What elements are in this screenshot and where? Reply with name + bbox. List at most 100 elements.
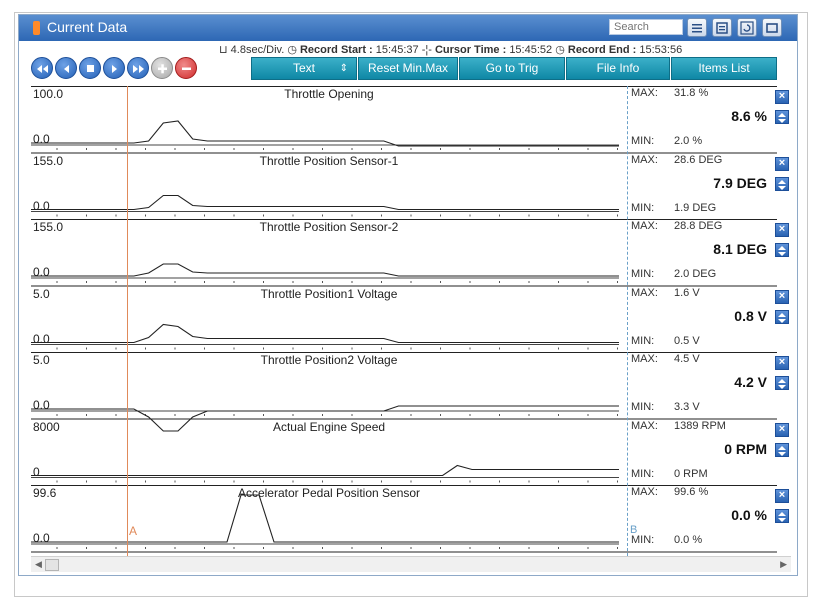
min-value: 2.0 % (674, 135, 703, 147)
items-list-button[interactable]: Items List (671, 57, 777, 80)
min-label: MIN: (631, 135, 655, 147)
max-label: MAX: (631, 87, 658, 99)
signal-name: Throttle Opening (284, 87, 374, 101)
record-info: ⊔ 4.8sec/Div. ◷ Record Start : 15:45:37 … (219, 43, 682, 56)
add-button[interactable] (151, 57, 173, 79)
close-icon[interactable]: × (775, 156, 789, 171)
close-icon[interactable]: × (775, 289, 789, 304)
max-label: MAX: (631, 486, 658, 498)
max-value: 28.6 DEG (674, 153, 723, 166)
close-icon[interactable]: × (775, 223, 789, 237)
details-icon[interactable] (712, 18, 732, 37)
previous-button[interactable] (55, 57, 77, 79)
signal-name: Actual Engine Speed (272, 419, 386, 434)
record-start-label: Record Start : (299, 44, 373, 56)
play-button[interactable] (103, 57, 125, 79)
max-value: 1389 RPM (674, 419, 726, 432)
scale-bottom-value: 0 (33, 464, 40, 479)
close-icon[interactable]: × (775, 489, 789, 503)
cursor-icon: -¦- (421, 44, 432, 56)
record-end-label: Record End : (567, 44, 637, 56)
min-label: MIN: (631, 268, 655, 280)
scroll-right-icon[interactable]: ▶ (780, 559, 787, 570)
signal-trace (31, 194, 619, 211)
reset-min-max-button[interactable]: Reset Min.Max (358, 57, 458, 80)
scroll-left-icon[interactable]: ◀ (35, 559, 42, 570)
go-to-trig-button[interactable]: Go to Trig (459, 57, 565, 80)
retry-icon[interactable] (737, 18, 757, 37)
file-info-button[interactable]: File Info (566, 57, 670, 80)
current-value: 0.0 % (731, 507, 767, 523)
scale-bottom-value: 0.0 (33, 531, 50, 545)
current-value: 7.9 DEG (713, 174, 767, 191)
move-updown-icon[interactable] (775, 309, 789, 324)
updown-icon: ⇕ (339, 63, 348, 74)
max-value: 28.8 DEG (674, 220, 723, 232)
window-icon[interactable] (762, 18, 782, 37)
signal-name: Accelerator Pedal Position Sensor (237, 486, 421, 500)
record-start-value: 15:45:37 (375, 44, 419, 56)
signal-trace (31, 464, 619, 477)
list-icon[interactable] (687, 18, 707, 37)
max-value: 31.8 % (674, 87, 709, 99)
min-label: MIN: (631, 467, 655, 480)
max-label: MAX: (631, 286, 658, 299)
current-value: 8.6 % (731, 108, 767, 124)
min-label: MIN: (631, 401, 655, 413)
close-icon[interactable]: × (775, 90, 789, 104)
cursor-a-label: A (129, 524, 138, 538)
rewind-button[interactable] (31, 57, 53, 79)
max-value: 99.6 % (674, 486, 709, 498)
current-value: 0.8 V (734, 307, 767, 324)
remove-button[interactable] (175, 57, 197, 79)
stop-button[interactable] (79, 57, 101, 79)
timescale-icon: ⊔ (219, 44, 228, 56)
window-title: Current Data (47, 19, 128, 35)
cursor-time-value: 15:45:52 (509, 44, 553, 56)
text-dropdown-label: Text (292, 61, 315, 75)
min-value: 1.9 DEG (674, 201, 717, 214)
max-label: MAX: (631, 419, 658, 432)
scale-bottom-value: 0.0 (33, 331, 50, 346)
current-value: 0 RPM (724, 440, 767, 457)
signal-name: Throttle Position Sensor-1 (259, 153, 399, 168)
horizontal-scrollbar[interactable]: ◀ ▶ (31, 556, 791, 572)
min-label: MIN: (631, 334, 655, 347)
signal-trace (31, 120, 619, 147)
signal-name: Throttle Position2 Voltage (260, 353, 398, 367)
close-icon[interactable]: × (775, 356, 789, 370)
text-dropdown[interactable]: Text ⇕ (251, 57, 357, 80)
scroll-thumb[interactable] (45, 559, 59, 571)
min-value: 0.5 V (674, 334, 700, 347)
move-updown-icon[interactable] (775, 442, 789, 457)
current-data-window: Current Data ⊔ 4.8sec/Div. ◷ Record Star… (18, 14, 798, 576)
cursor-time-label: Cursor Time : (434, 44, 507, 56)
move-updown-icon[interactable] (775, 110, 789, 124)
max-value: 4.5 V (674, 353, 700, 365)
scale-bottom-value: 0.0 (33, 132, 50, 146)
min-label: MIN: (631, 534, 655, 546)
max-value: 1.6 V (674, 286, 700, 299)
min-value: 0.0 % (674, 534, 703, 546)
current-value: 4.2 V (734, 374, 767, 390)
clock-icon: ◷ (287, 44, 297, 56)
fast-forward-button[interactable] (127, 57, 149, 79)
current-value: 8.1 DEG (713, 241, 767, 257)
scale-bottom-value: 0.0 (33, 265, 50, 279)
min-value: 2.0 DEG (674, 268, 717, 280)
timescale-value: 4.8sec/Div. (230, 44, 285, 56)
search-input[interactable] (609, 19, 683, 35)
close-icon[interactable]: × (775, 422, 789, 437)
scale-bottom-value: 0.0 (33, 198, 50, 213)
move-updown-icon[interactable] (775, 243, 789, 257)
signal-trace (31, 323, 619, 344)
move-updown-icon[interactable] (775, 376, 789, 390)
signal-trace (31, 494, 619, 543)
signal-name: Throttle Position1 Voltage (260, 286, 398, 301)
max-label: MAX: (631, 220, 658, 232)
move-updown-icon[interactable] (775, 509, 789, 523)
signal-trace (31, 263, 619, 277)
title-bar: Current Data (19, 15, 797, 41)
move-updown-icon[interactable] (775, 176, 789, 191)
record-end-value: 15:53:56 (639, 44, 683, 56)
